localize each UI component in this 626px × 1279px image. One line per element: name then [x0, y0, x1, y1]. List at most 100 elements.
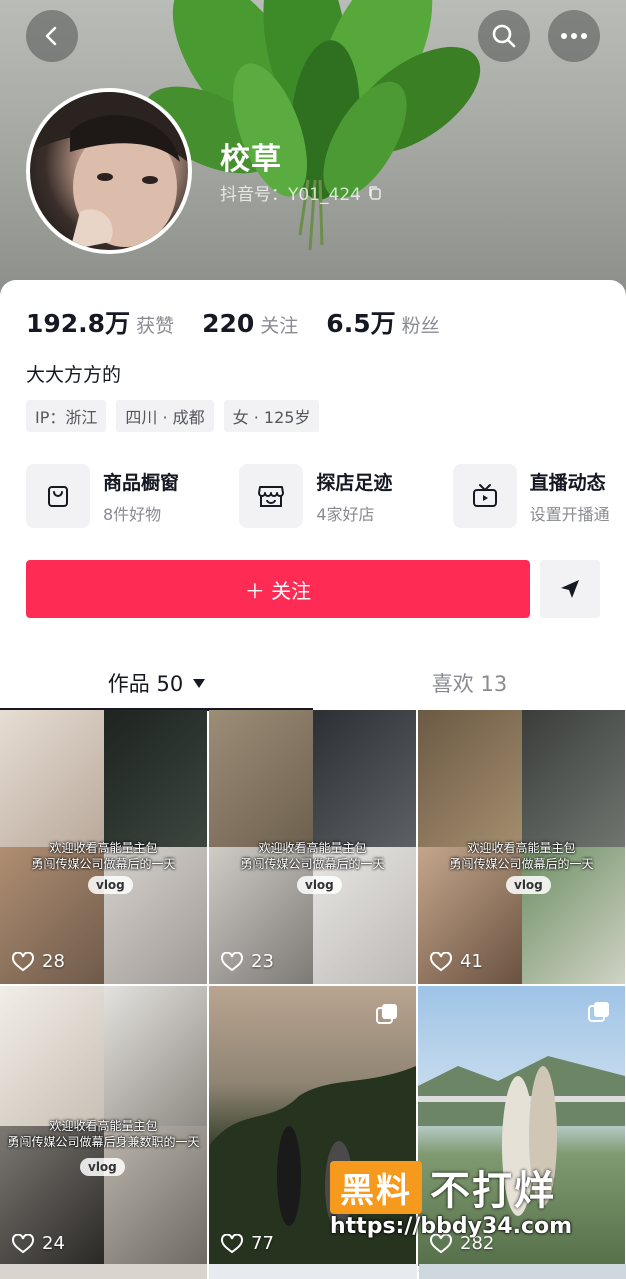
thumb-collage-part	[0, 710, 104, 847]
profile-tags: IP：浙江 四川 · 成都 女 · 125岁	[26, 400, 320, 432]
search-icon	[492, 24, 516, 48]
multi-image-icon	[588, 1002, 609, 1022]
multi-image-icon	[376, 1004, 397, 1024]
profile-stats: 192.8万 获赞 220 关注 6.5万 粉丝	[26, 304, 468, 340]
thumb-collage-part	[0, 986, 104, 1126]
video-thumbnail[interactable]: 欢迎收看高能量主包 勇闯传媒公司做幕后的一天 vlog 41	[418, 710, 625, 984]
chevron-left-icon	[45, 26, 57, 46]
avatar[interactable]	[26, 88, 192, 254]
service-text: 商品橱窗 8件好物	[103, 468, 179, 525]
tab-likes-label: 喜欢 13	[431, 672, 508, 696]
like-count-value: 28	[42, 951, 65, 972]
service-entries: 商品橱窗 8件好物 探店足迹 4家好店 直播动态 设置开播通	[26, 464, 626, 528]
service-title: 商品橱窗	[103, 471, 180, 494]
tab-works-label: 作品 50	[107, 672, 184, 696]
vlog-badge: vlog	[297, 876, 342, 894]
tab-works[interactable]: 作品 50	[0, 656, 313, 710]
vlog-badge: vlog	[506, 876, 551, 894]
leaf-cover-image	[144, 0, 481, 251]
service-text: 直播动态 设置开播通	[530, 468, 610, 525]
stat-followers[interactable]: 6.5万 粉丝	[326, 304, 439, 340]
thumb-peek	[209, 1264, 417, 1279]
thumb-collage-part	[103, 710, 207, 847]
thumb-peek	[0, 1264, 208, 1279]
like-count-value: 23	[251, 951, 274, 972]
more-dots-icon	[561, 33, 587, 39]
like-count: 23	[221, 951, 274, 972]
thumb-collage-part	[103, 986, 207, 1126]
tab-likes[interactable]: 喜欢 13	[313, 656, 626, 710]
video-caption: 欢迎收看高能量主包 勇闯传媒公司做幕后的一天	[31, 841, 176, 871]
heart-icon	[221, 951, 243, 971]
video-thumbnail[interactable]: 欢迎收看高能量主包 勇闯传媒公司做幕后的一天 vlog 28	[0, 710, 207, 984]
copy-icon[interactable]	[367, 185, 383, 201]
thumb-collage-part	[418, 710, 522, 847]
service-store-visits[interactable]: 探店足迹 4家好店	[239, 464, 452, 528]
tag-gender-age: 女 · 125岁	[223, 400, 320, 432]
service-title: 探店足迹	[316, 471, 393, 494]
stat-value: 6.5万	[326, 309, 396, 338]
vlog-badge: vlog	[80, 1158, 125, 1176]
like-count: 28	[12, 951, 65, 972]
service-shop-window[interactable]: 商品橱窗 8件好物	[26, 464, 239, 528]
service-icon-box	[26, 464, 90, 528]
watermark-url: https://bbdy34.com	[330, 1214, 573, 1239]
tv-icon	[472, 484, 497, 507]
like-count-value: 24	[42, 1233, 65, 1254]
thumb-peek	[418, 1264, 626, 1279]
like-count: 41	[430, 951, 483, 972]
service-title: 直播动态	[529, 471, 606, 494]
stat-likes[interactable]: 192.8万 获赞	[26, 304, 174, 340]
stat-label: 获赞	[136, 315, 175, 337]
send-icon	[561, 580, 579, 598]
watermark-overlay: 黑料 不打烊	[330, 1158, 556, 1216]
like-count: 24	[12, 1233, 65, 1254]
watermark-logo-text: 不打烊	[430, 1168, 556, 1214]
heart-icon	[430, 951, 452, 971]
service-text: 探店足迹 4家好店	[316, 468, 392, 525]
more-button[interactable]	[548, 10, 600, 62]
profile-handle: 抖音号：Y01_424	[220, 180, 383, 205]
service-subtitle: 8件好物	[103, 504, 162, 524]
vlog-badge: vlog	[88, 876, 133, 894]
stat-label: 粉丝	[401, 315, 440, 337]
video-thumbnail[interactable]: 欢迎收看高能量主包 勇闯传媒公司做幕后的一天 vlog 23	[209, 710, 416, 984]
tag-ip: IP：浙江	[26, 400, 107, 432]
back-button[interactable]	[26, 10, 78, 62]
stat-label: 关注	[260, 315, 299, 337]
service-subtitle: 4家好店	[316, 504, 375, 524]
stat-value: 192.8万	[26, 309, 131, 338]
profile-cover: 校草 抖音号：Y01_424	[0, 0, 626, 300]
video-caption: 欢迎收看高能量主包 勇闯传媒公司做幕后的一天	[240, 841, 385, 871]
search-button[interactable]	[478, 10, 530, 62]
heart-icon	[12, 1233, 34, 1253]
heart-icon	[12, 951, 34, 971]
send-message-button[interactable]	[540, 560, 600, 618]
avatar-image	[30, 92, 188, 250]
like-count-value: 41	[460, 951, 483, 972]
heart-icon	[221, 1233, 243, 1253]
service-subtitle: 设置开播通	[529, 504, 610, 524]
video-caption: 欢迎收看高能量主包 勇闯传媒公司做幕后的一天	[449, 841, 594, 871]
profile-name: 校草	[220, 142, 282, 177]
stat-value: 220	[202, 309, 255, 338]
profile-bio: 大大方方的	[26, 364, 122, 386]
like-count: 77	[221, 1233, 274, 1254]
follow-label: ＋ 关注	[244, 578, 312, 603]
caret-down-icon	[193, 678, 206, 688]
follow-button[interactable]: ＋ 关注	[26, 560, 530, 618]
shop-icon	[258, 486, 285, 507]
watermark-logo-box: 黑料	[330, 1160, 422, 1214]
service-icon-box	[452, 464, 517, 528]
bag-icon	[48, 486, 68, 507]
video-caption: 欢迎收看高能量主包 勇闯传媒公司做幕后身兼数职的一天	[7, 1119, 200, 1149]
tag-location: 四川 · 成都	[116, 400, 214, 432]
thumb-collage-part	[312, 710, 416, 847]
stat-following[interactable]: 220 关注	[202, 309, 298, 338]
profile-card: 192.8万 获赞 220 关注 6.5万 粉丝 大大方方的 IP：浙江 四川 …	[0, 280, 626, 1279]
next-row-peek	[0, 1264, 626, 1279]
thumb-collage-part	[521, 710, 625, 847]
service-live-updates[interactable]: 直播动态 设置开播通	[452, 464, 626, 528]
video-thumbnail[interactable]: 欢迎收看高能量主包 勇闯传媒公司做幕后身兼数职的一天 vlog 24	[0, 986, 207, 1266]
service-icon-box	[239, 464, 304, 528]
